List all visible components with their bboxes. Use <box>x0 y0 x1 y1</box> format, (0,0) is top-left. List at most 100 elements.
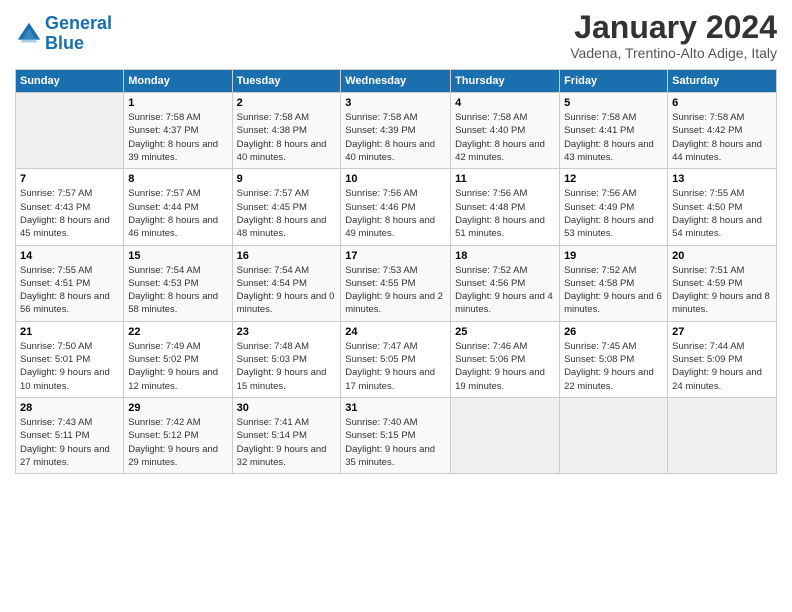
day-info: Sunrise: 7:40 AMSunset: 5:15 PMDaylight:… <box>345 416 446 469</box>
day-number: 16 <box>237 250 337 262</box>
day-info: Sunrise: 7:52 AMSunset: 4:56 PMDaylight:… <box>455 264 555 317</box>
week-row-3: 14Sunrise: 7:55 AMSunset: 4:51 PMDayligh… <box>16 245 777 321</box>
day-info: Sunrise: 7:58 AMSunset: 4:42 PMDaylight:… <box>672 111 772 164</box>
day-number: 3 <box>345 97 446 109</box>
calendar-cell: 5 Sunrise: 7:58 AMSunset: 4:41 PMDaylight… <box>560 93 668 169</box>
week-row-4: 21 Sunrise: 7:50 AMSunset: 5:01 PMDayligh… <box>16 321 777 397</box>
calendar-cell: 17 Sunrise: 7:53 AMSunset: 4:55 PMDayligh… <box>341 245 451 321</box>
calendar-cell: 30Sunrise: 7:41 AMSunset: 5:14 PMDayligh… <box>232 397 341 473</box>
day-number: 1 <box>128 97 227 109</box>
calendar-cell: 21 Sunrise: 7:50 AMSunset: 5:01 PMDayligh… <box>16 321 124 397</box>
calendar-cell: 16 Sunrise: 7:54 AMSunset: 4:54 PMDayligh… <box>232 245 341 321</box>
day-info: Sunrise: 7:58 AMSunset: 4:40 PMDaylight:… <box>455 111 555 164</box>
day-number: 26 <box>564 326 663 338</box>
calendar-cell: 26 Sunrise: 7:45 AMSunset: 5:08 PMDayligh… <box>560 321 668 397</box>
calendar-cell: 10Sunrise: 7:56 AMSunset: 4:46 PMDayligh… <box>341 169 451 245</box>
day-number: 11 <box>455 173 555 185</box>
day-number: 7 <box>20 173 119 185</box>
day-info: Sunrise: 7:58 AMSunset: 4:39 PMDaylight:… <box>345 111 446 164</box>
day-info: Sunrise: 7:53 AMSunset: 4:55 PMDaylight:… <box>345 264 446 317</box>
title-block: January 2024 Vadena, Trentino-Alto Adige… <box>570 10 777 61</box>
day-info: Sunrise: 7:57 AMSunset: 4:43 PMDaylight:… <box>20 187 119 240</box>
week-row-5: 28 Sunrise: 7:43 AMSunset: 5:11 PMDayligh… <box>16 397 777 473</box>
calendar-cell <box>451 397 560 473</box>
day-number: 18 <box>455 250 555 262</box>
calendar-cell <box>560 397 668 473</box>
day-number: 29 <box>128 402 227 414</box>
day-info: Sunrise: 7:46 AMSunset: 5:06 PMDaylight:… <box>455 340 555 393</box>
location-title: Vadena, Trentino-Alto Adige, Italy <box>570 45 777 61</box>
day-info: Sunrise: 7:55 AMSunset: 4:50 PMDaylight:… <box>672 187 772 240</box>
day-info: Sunrise: 7:57 AMSunset: 4:44 PMDaylight:… <box>128 187 227 240</box>
day-number: 13 <box>672 173 772 185</box>
page-container: General Blue January 2024 Vadena, Trenti… <box>0 0 792 484</box>
day-number: 9 <box>237 173 337 185</box>
day-number: 22 <box>128 326 227 338</box>
calendar-cell: 4 Sunrise: 7:58 AMSunset: 4:40 PMDaylight… <box>451 93 560 169</box>
day-number: 25 <box>455 326 555 338</box>
day-number: 28 <box>20 402 119 414</box>
calendar-cell: 13 Sunrise: 7:55 AMSunset: 4:50 PMDayligh… <box>668 169 777 245</box>
calendar-cell <box>668 397 777 473</box>
day-info: Sunrise: 7:44 AMSunset: 5:09 PMDaylight:… <box>672 340 772 393</box>
calendar-cell: 29Sunrise: 7:42 AMSunset: 5:12 PMDayligh… <box>124 397 232 473</box>
week-row-2: 7 Sunrise: 7:57 AMSunset: 4:43 PMDaylight… <box>16 169 777 245</box>
day-info: Sunrise: 7:55 AMSunset: 4:51 PMDaylight:… <box>20 264 119 317</box>
calendar-cell: 2Sunrise: 7:58 AMSunset: 4:38 PMDaylight… <box>232 93 341 169</box>
calendar-cell: 1 Sunrise: 7:58 AMSunset: 4:37 PMDaylight… <box>124 93 232 169</box>
day-number: 21 <box>20 326 119 338</box>
day-info: Sunrise: 7:58 AMSunset: 4:41 PMDaylight:… <box>564 111 663 164</box>
logo: General Blue <box>15 14 112 54</box>
weekday-header-saturday: Saturday <box>668 70 777 93</box>
day-info: Sunrise: 7:50 AMSunset: 5:01 PMDaylight:… <box>20 340 119 393</box>
calendar-cell <box>16 93 124 169</box>
day-info: Sunrise: 7:48 AMSunset: 5:03 PMDaylight:… <box>237 340 337 393</box>
day-info: Sunrise: 7:47 AMSunset: 5:05 PMDaylight:… <box>345 340 446 393</box>
day-info: Sunrise: 7:45 AMSunset: 5:08 PMDaylight:… <box>564 340 663 393</box>
calendar-cell: 8 Sunrise: 7:57 AMSunset: 4:44 PMDaylight… <box>124 169 232 245</box>
day-number: 6 <box>672 97 772 109</box>
weekday-header-friday: Friday <box>560 70 668 93</box>
calendar-cell: 24Sunrise: 7:47 AMSunset: 5:05 PMDayligh… <box>341 321 451 397</box>
day-info: Sunrise: 7:58 AMSunset: 4:37 PMDaylight:… <box>128 111 227 164</box>
day-info: Sunrise: 7:57 AMSunset: 4:45 PMDaylight:… <box>237 187 337 240</box>
calendar-cell: 20 Sunrise: 7:51 AMSunset: 4:59 PMDayligh… <box>668 245 777 321</box>
calendar-cell: 6 Sunrise: 7:58 AMSunset: 4:42 PMDaylight… <box>668 93 777 169</box>
day-number: 5 <box>564 97 663 109</box>
day-info: Sunrise: 7:54 AMSunset: 4:53 PMDaylight:… <box>128 264 227 317</box>
day-number: 17 <box>345 250 446 262</box>
day-number: 15 <box>128 250 227 262</box>
day-info: Sunrise: 7:52 AMSunset: 4:58 PMDaylight:… <box>564 264 663 317</box>
calendar-cell: 14Sunrise: 7:55 AMSunset: 4:51 PMDayligh… <box>16 245 124 321</box>
header-row: SundayMondayTuesdayWednesdayThursdayFrid… <box>16 70 777 93</box>
weekday-header-thursday: Thursday <box>451 70 560 93</box>
week-row-1: 1 Sunrise: 7:58 AMSunset: 4:37 PMDaylight… <box>16 93 777 169</box>
day-number: 8 <box>128 173 227 185</box>
weekday-header-sunday: Sunday <box>16 70 124 93</box>
weekday-header-wednesday: Wednesday <box>341 70 451 93</box>
calendar-cell: 9 Sunrise: 7:57 AMSunset: 4:45 PMDaylight… <box>232 169 341 245</box>
weekday-header-monday: Monday <box>124 70 232 93</box>
day-info: Sunrise: 7:43 AMSunset: 5:11 PMDaylight:… <box>20 416 119 469</box>
day-number: 2 <box>237 97 337 109</box>
day-info: Sunrise: 7:54 AMSunset: 4:54 PMDaylight:… <box>237 264 337 317</box>
day-number: 4 <box>455 97 555 109</box>
calendar-cell: 3 Sunrise: 7:58 AMSunset: 4:39 PMDaylight… <box>341 93 451 169</box>
calendar-cell: 22 Sunrise: 7:49 AMSunset: 5:02 PMDayligh… <box>124 321 232 397</box>
day-info: Sunrise: 7:56 AMSunset: 4:49 PMDaylight:… <box>564 187 663 240</box>
header: General Blue January 2024 Vadena, Trenti… <box>15 10 777 61</box>
calendar-cell: 23 Sunrise: 7:48 AMSunset: 5:03 PMDayligh… <box>232 321 341 397</box>
day-number: 10 <box>345 173 446 185</box>
calendar-cell: 18 Sunrise: 7:52 AMSunset: 4:56 PMDayligh… <box>451 245 560 321</box>
day-info: Sunrise: 7:49 AMSunset: 5:02 PMDaylight:… <box>128 340 227 393</box>
calendar-cell: 7 Sunrise: 7:57 AMSunset: 4:43 PMDaylight… <box>16 169 124 245</box>
day-info: Sunrise: 7:56 AMSunset: 4:48 PMDaylight:… <box>455 187 555 240</box>
calendar-cell: 28 Sunrise: 7:43 AMSunset: 5:11 PMDayligh… <box>16 397 124 473</box>
day-number: 12 <box>564 173 663 185</box>
calendar-cell: 15 Sunrise: 7:54 AMSunset: 4:53 PMDayligh… <box>124 245 232 321</box>
day-number: 23 <box>237 326 337 338</box>
day-number: 20 <box>672 250 772 262</box>
month-title: January 2024 <box>570 10 777 45</box>
day-info: Sunrise: 7:51 AMSunset: 4:59 PMDaylight:… <box>672 264 772 317</box>
calendar-cell: 27Sunrise: 7:44 AMSunset: 5:09 PMDayligh… <box>668 321 777 397</box>
